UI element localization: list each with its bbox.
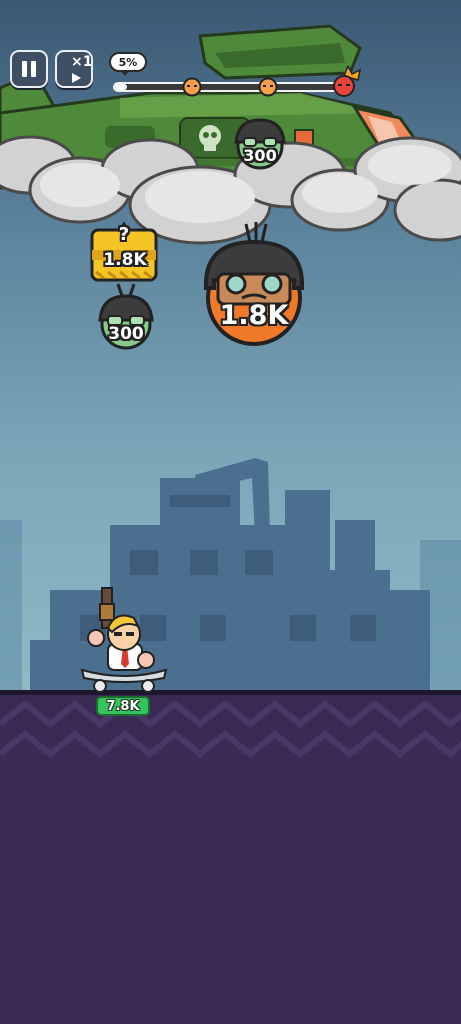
level-progress-fill [115, 84, 127, 90]
boss-face-icon [333, 66, 362, 97]
player-power-badge: 7.8K [96, 696, 150, 716]
progress-percent-bubble: 5% [109, 52, 147, 72]
enemy-boss-value: 1.8K [219, 300, 289, 331]
enemy-soldier-heli-value: 300 [243, 146, 277, 165]
player-power-value: 7.8K [106, 698, 140, 714]
player-character [80, 587, 168, 693]
play-icon [72, 73, 81, 83]
enemy-face-icon [258, 77, 278, 97]
game-scene: 300 ? 1.8K 300 1.8K 7.8K ×1 5% [0, 0, 461, 1024]
pause-button[interactable] [10, 50, 48, 88]
level-progress-bar [113, 82, 348, 92]
progress-percent-label: 5% [118, 55, 138, 69]
enemy-face-icon [182, 77, 202, 97]
mystery-crate-label: ? [118, 224, 130, 245]
ground-pattern [0, 690, 461, 758]
speed-label: ×1 [71, 54, 93, 70]
enemy-soldier-small-value: 300 [108, 324, 144, 344]
speed-button[interactable]: ×1 [55, 50, 93, 88]
mystery-crate-value: 1.8K [103, 250, 147, 270]
progress-bubble-tail [120, 70, 130, 76]
ruined-building [0, 458, 461, 700]
pause-icon [22, 61, 36, 77]
